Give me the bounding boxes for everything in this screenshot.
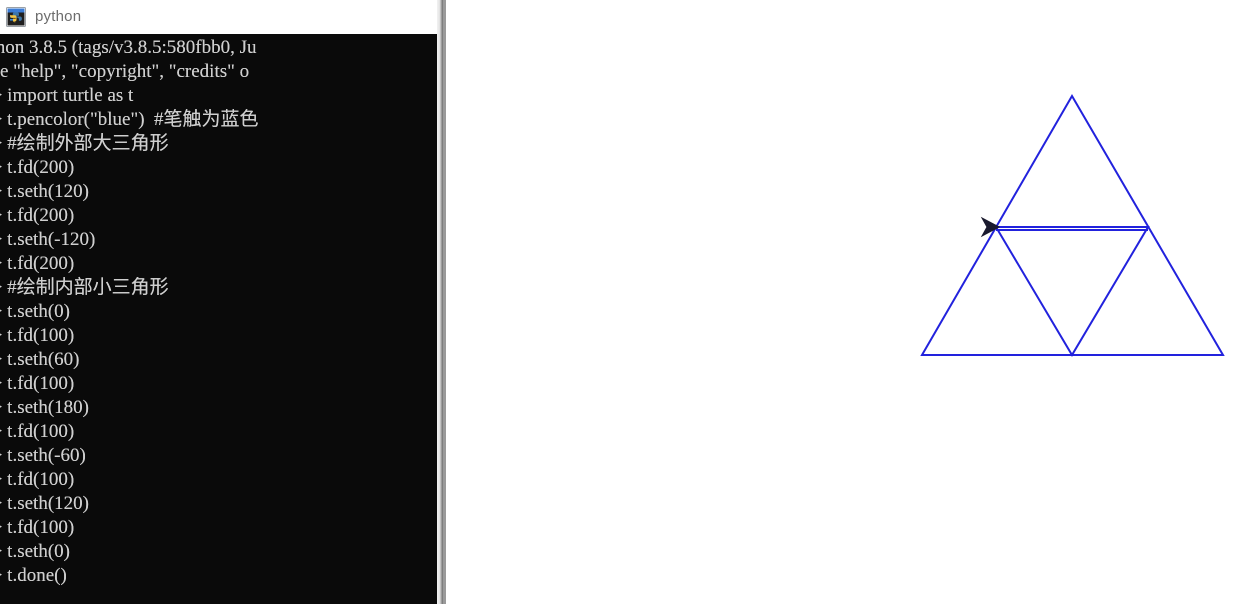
console-line: >> t.fd(100) <box>0 373 75 394</box>
inner-triangle-shape <box>994 226 1150 357</box>
console-line: ython 3.8.5 (tags/v3.8.5:580fbb0, Ju <box>0 37 257 58</box>
console-line: >> t.seth(60) <box>0 349 80 370</box>
console-line: >> t.seth(120) <box>0 181 89 202</box>
console-line: >> t.fd(200) <box>0 157 75 178</box>
screen: python ython 3.8.5 (tags/v3.8.5:580fbb0,… <box>0 0 1260 604</box>
console-line: >> import turtle as t <box>0 85 134 106</box>
turtle-cursor-icon <box>980 216 1001 238</box>
console-line: >> t.seth(-120) <box>0 229 96 250</box>
python-console-window[interactable]: python ython 3.8.5 (tags/v3.8.5:580fbb0,… <box>0 0 446 604</box>
console-output-area[interactable]: ython 3.8.5 (tags/v3.8.5:580fbb0, Ju ype … <box>0 34 437 604</box>
outer-triangle-shape <box>920 94 1225 356</box>
console-scrollbar-track[interactable] <box>437 0 443 604</box>
console-line: >> #绘制外部大三角形 <box>0 133 169 154</box>
console-line: >> t.seth(120) <box>0 493 89 514</box>
python-console-icon <box>6 6 26 27</box>
console-text-content: ython 3.8.5 (tags/v3.8.5:580fbb0, Ju ype … <box>0 36 259 588</box>
console-line: >> t.fd(100) <box>0 517 75 538</box>
console-line: ype "help", "copyright", "credits" o <box>0 61 250 82</box>
window-titlebar[interactable]: python <box>0 0 443 34</box>
window-title-label: python <box>35 8 82 25</box>
console-line: >> t.pencolor("blue") #笔触为蓝色 <box>0 109 259 130</box>
console-line: >> t.fd(200) <box>0 253 75 274</box>
console-line: >> t.done() <box>0 565 67 586</box>
console-line: >> #绘制内部小三角形 <box>0 277 169 298</box>
console-line: >> t.fd(200) <box>0 205 75 226</box>
console-line: >> t.fd(100) <box>0 421 75 442</box>
console-line: >> t.seth(0) <box>0 301 70 322</box>
console-line: >> t.seth(-60) <box>0 445 86 466</box>
console-line: >> t.seth(180) <box>0 397 89 418</box>
console-line: >> t.fd(100) <box>0 325 75 346</box>
console-line: >> t.seth(0) <box>0 541 70 562</box>
console-line: >> t.fd(100) <box>0 469 75 490</box>
